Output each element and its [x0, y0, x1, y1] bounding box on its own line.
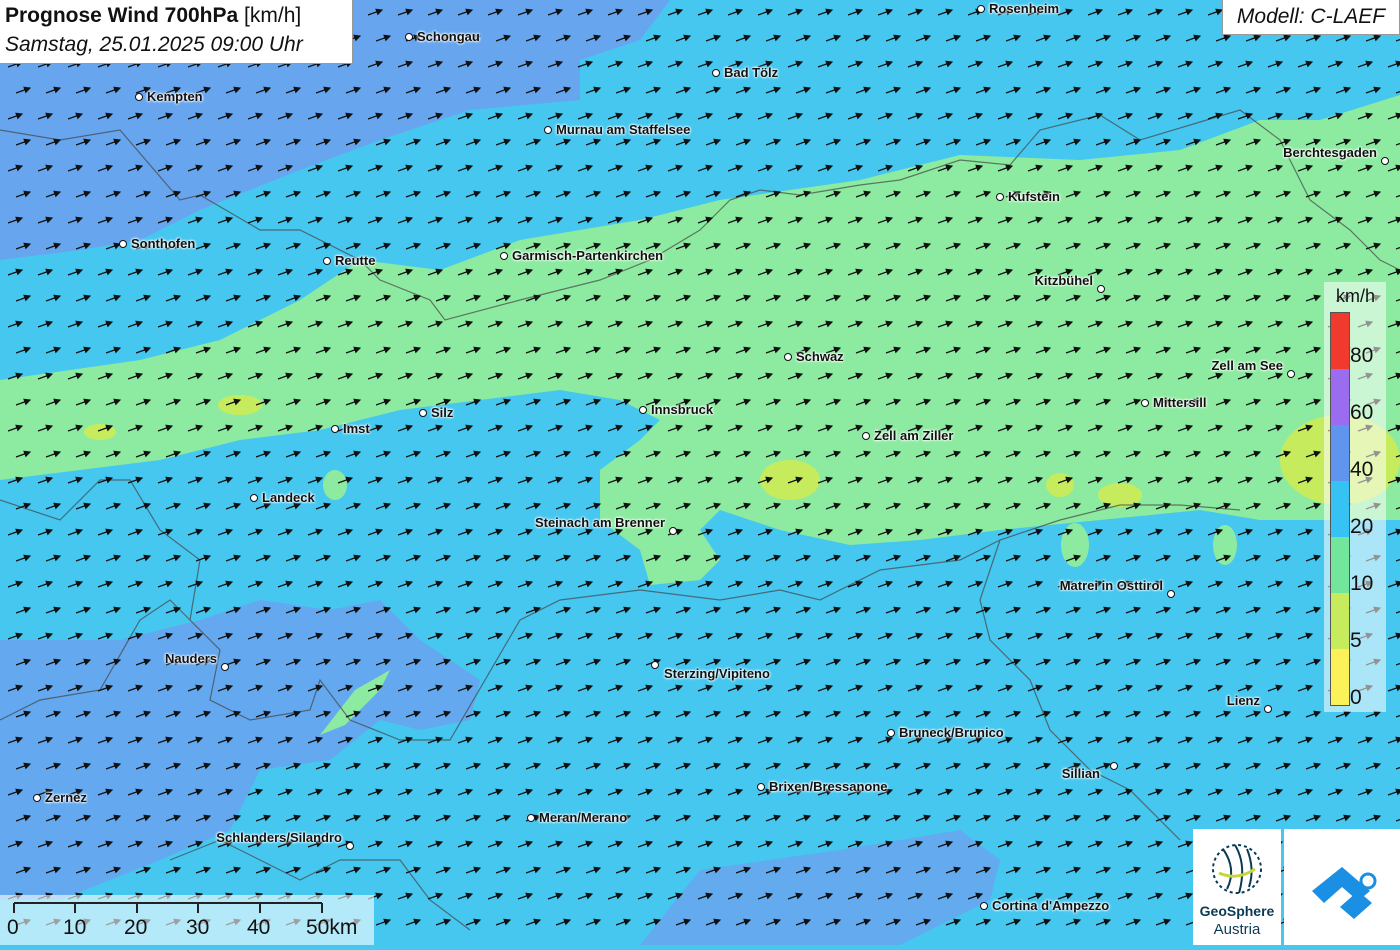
city-marker-icon — [544, 126, 552, 134]
city-label: Schwaz — [796, 349, 844, 364]
color-legend: km/h 80 60 40 20 10 5 0 — [1324, 282, 1386, 712]
city-marker-icon — [980, 902, 988, 910]
city-label: Reutte — [335, 253, 376, 268]
city-label: Matrei in Osttirol — [1059, 578, 1163, 593]
city-label: Schongau — [417, 29, 480, 44]
legend-label: 10 — [1350, 572, 1374, 595]
city-marker-icon — [1381, 157, 1389, 165]
city-label: Cortina d'Ampezzo — [992, 898, 1110, 913]
scale-label: 30 — [186, 916, 210, 939]
city-label: Kitzbühel — [1034, 273, 1094, 288]
city-label: Brixen/Bressanone — [769, 779, 888, 794]
geosphere-emblem-icon — [1212, 844, 1262, 894]
city-marker-icon — [527, 814, 535, 822]
scale-label: 10 — [63, 916, 87, 939]
city-marker-icon — [331, 425, 339, 433]
scale-label: 0 — [7, 916, 19, 939]
legend-label: 40 — [1350, 458, 1374, 481]
legend-swatch — [1331, 481, 1349, 537]
city-label: Zell am Ziller — [874, 428, 954, 443]
city-label: Schlanders/Silandro — [216, 830, 342, 845]
city-marker-icon — [119, 240, 127, 248]
scale-label: 50km — [306, 916, 358, 939]
city-marker-icon — [33, 794, 41, 802]
city-label: Garmisch-Partenkirchen — [512, 248, 664, 263]
city-marker-icon — [862, 432, 870, 440]
city-label: Zell am See — [1211, 358, 1283, 373]
city-marker-icon — [221, 663, 229, 671]
city-marker-icon — [757, 783, 765, 791]
city-label: Steinach am Brenner — [534, 515, 665, 530]
city-marker-icon — [1287, 370, 1295, 378]
city-label: Kufstein — [1008, 189, 1060, 204]
legend-swatch — [1331, 649, 1349, 705]
legend-label: 0 — [1350, 686, 1362, 709]
city-marker-icon — [1110, 762, 1118, 770]
legend-swatch — [1331, 425, 1349, 481]
legend-swatch — [1331, 593, 1349, 649]
city-label: Bad Tölz — [724, 65, 779, 80]
city-label: Sillian — [1061, 766, 1100, 781]
city-marker-icon — [1141, 399, 1149, 407]
city-marker-icon — [669, 527, 677, 535]
city-label: Murnau am Staffelsee — [556, 122, 691, 137]
wind-map[interactable] — [0, 0, 1400, 945]
city-marker-icon — [784, 353, 792, 361]
city-label: Nauders — [164, 651, 217, 666]
city-label: Landeck — [262, 490, 315, 505]
legend-swatch — [1331, 369, 1349, 425]
city-label: Imst — [343, 421, 370, 436]
city-label: Sonthofen — [131, 236, 196, 251]
legend-swatch — [1331, 537, 1349, 593]
city-label: Sterzing/Vipiteno — [664, 666, 770, 681]
weather-app-icon — [1312, 867, 1377, 919]
city-marker-icon — [712, 69, 720, 77]
map-title: Prognose Wind 700hPa [km/h] — [5, 4, 302, 27]
city-marker-icon — [405, 33, 413, 41]
legend-bar — [1330, 312, 1350, 706]
city-marker-icon — [250, 494, 258, 502]
model-label: Modell: C-LAEF — [1222, 0, 1400, 35]
city-marker-icon — [651, 661, 659, 669]
legend-label: 60 — [1350, 401, 1374, 424]
city-marker-icon — [419, 409, 427, 417]
legend-label: 80 — [1350, 344, 1374, 367]
geosphere-name: GeoSphere — [1199, 903, 1275, 919]
city-marker-icon — [639, 406, 647, 414]
city-marker-icon — [977, 5, 985, 13]
city-marker-icon — [323, 257, 331, 265]
city-label: Kempten — [147, 89, 203, 104]
city-label: Meran/Merano — [539, 810, 628, 825]
city-label: Bruneck/Brunico — [899, 725, 1004, 740]
city-label: Mittersill — [1153, 395, 1207, 410]
city-marker-icon — [887, 729, 895, 737]
scale-bar: 0 10 20 30 40 50km — [0, 895, 374, 945]
legend-label: 5 — [1350, 629, 1362, 652]
legend-swatch — [1331, 313, 1349, 369]
city-marker-icon — [135, 93, 143, 101]
geosphere-sub: Austria — [1213, 921, 1261, 938]
city-label: Zernez — [45, 790, 87, 805]
map-title-box: Prognose Wind 700hPa [km/h] Samstag, 25.… — [0, 0, 353, 64]
city-label: Rosenheim — [989, 1, 1060, 16]
legend-unit: km/h — [1336, 286, 1376, 306]
city-marker-icon — [1097, 285, 1105, 293]
city-marker-icon — [500, 252, 508, 260]
city-marker-icon — [1167, 590, 1175, 598]
scale-label: 20 — [124, 916, 148, 939]
city-label: Innsbruck — [651, 402, 714, 417]
legend-label: 20 — [1350, 515, 1374, 538]
city-label: Lienz — [1226, 693, 1260, 708]
city-label: Silz — [431, 405, 454, 420]
city-marker-icon — [996, 193, 1004, 201]
map-datetime: Samstag, 25.01.2025 09:00 Uhr — [5, 33, 303, 56]
geosphere-logo[interactable]: GeoSphere Austria — [1193, 829, 1281, 945]
app-logo[interactable] — [1284, 829, 1400, 945]
city-label: Berchtesgaden — [1283, 145, 1377, 160]
city-marker-icon — [346, 842, 354, 850]
scale-label: 40 — [247, 916, 271, 939]
city-marker-icon — [1264, 705, 1272, 713]
